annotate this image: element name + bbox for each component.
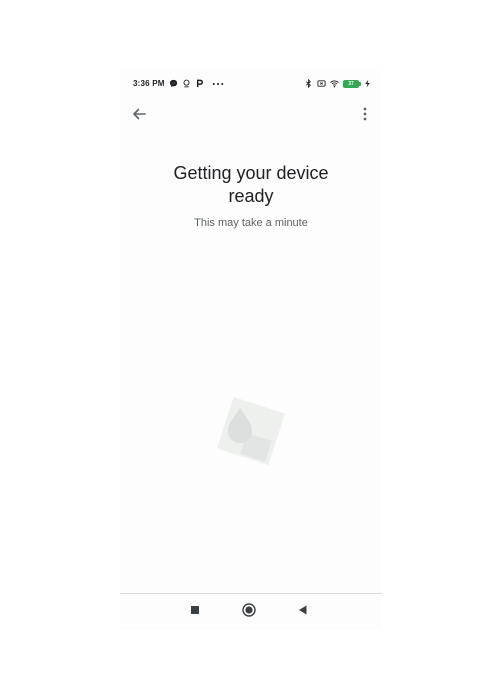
- status-bar: 3:36 PM 37: [120, 78, 382, 92]
- messenger-icon: [169, 79, 177, 88]
- status-left: 3:36 PM: [133, 79, 224, 88]
- battery-icon: 37: [343, 79, 361, 88]
- p-app-icon: [196, 79, 203, 88]
- device-screen: 3:36 PM 37 Getting your device ready Thi…: [120, 70, 382, 630]
- status-right: 37: [304, 79, 372, 88]
- recents-square-icon[interactable]: [187, 602, 203, 618]
- more-vert-icon[interactable]: [358, 105, 372, 123]
- charging-icon: [365, 79, 370, 88]
- page-subtitle: This may take a minute: [194, 217, 308, 229]
- bluetooth-icon: [305, 79, 311, 88]
- status-time: 3:36 PM: [133, 79, 165, 88]
- arrow-back-icon[interactable]: [130, 105, 148, 123]
- home-circle-icon[interactable]: [241, 602, 257, 618]
- screen-icon: [317, 80, 326, 87]
- navigation-bar: [120, 600, 382, 622]
- back-triangle-icon[interactable]: [295, 602, 311, 618]
- overflow-dots-icon: [212, 82, 223, 85]
- nav-divider: [120, 593, 382, 594]
- wifi-icon: [330, 80, 339, 88]
- battery-level: 37: [348, 80, 354, 87]
- device-setup-illustration: [216, 396, 286, 466]
- page-title: Getting your device ready: [173, 163, 329, 206]
- location-pin-icon: [183, 79, 190, 88]
- app-bar: [120, 100, 382, 128]
